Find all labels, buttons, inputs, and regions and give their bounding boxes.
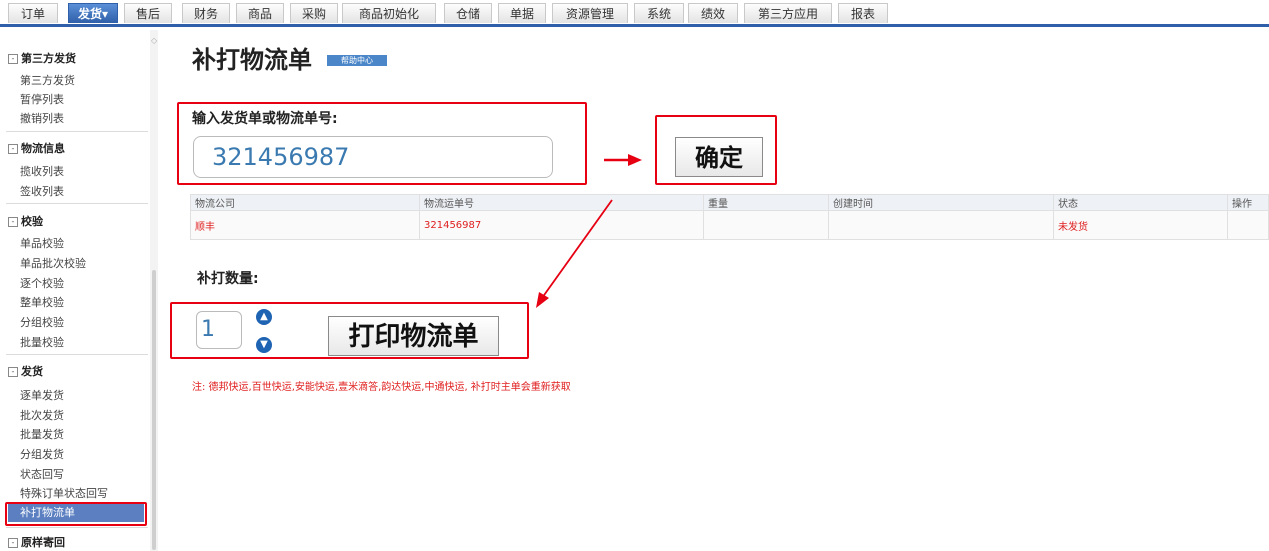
tab-products[interactable]: 商品 bbox=[236, 3, 284, 23]
annotation-arrows bbox=[536, 154, 642, 308]
tab-warehouse[interactable]: 仓储 bbox=[444, 3, 492, 23]
tab-finance[interactable]: 财务 bbox=[182, 3, 230, 23]
table-cell bbox=[1227, 210, 1269, 240]
tab-third-party-apps[interactable]: 第三方应用 bbox=[744, 3, 832, 23]
tab-shipping[interactable]: 发货▾ bbox=[68, 3, 118, 23]
waybill-table: 物流公司 物流运单号 重量 创建时间 状态 操作 顺丰 321456987 未发… bbox=[190, 194, 1269, 240]
sidebar-item-order-verify[interactable]: 整单校验 bbox=[20, 294, 64, 310]
tab-documents[interactable]: 单据 bbox=[498, 3, 546, 23]
sidebar-item-per-order-ship[interactable]: 逐单发货 bbox=[20, 387, 64, 403]
table-cell: 未发货 bbox=[1053, 210, 1228, 240]
table-cell bbox=[828, 210, 1054, 240]
sidebar-item-signed[interactable]: 签收列表 bbox=[20, 183, 64, 199]
column-header: 创建时间 bbox=[828, 194, 1054, 211]
print-waybill-button[interactable]: 打印物流单 bbox=[328, 316, 499, 356]
sidebar-item-bulk-ship[interactable]: 批量发货 bbox=[20, 426, 64, 442]
section-label: 第三方发货 bbox=[21, 52, 76, 65]
sidebar-section-logistics[interactable]: - 物流信息 bbox=[8, 140, 65, 156]
increment-icon[interactable]: ▲ bbox=[256, 309, 272, 325]
nav-underline bbox=[0, 24, 1269, 27]
tab-shipping-label: 发货 bbox=[77, 7, 102, 21]
page-title: 补打物流单 bbox=[192, 46, 312, 74]
reprint-qty-label: 补打数量: bbox=[197, 271, 259, 287]
sidebar-item-status-writeback[interactable]: 状态回写 bbox=[20, 466, 64, 482]
section-label: 校验 bbox=[21, 215, 43, 228]
tab-system[interactable]: 系统 bbox=[634, 3, 684, 23]
sidebar-item-group-verify[interactable]: 分组校验 bbox=[20, 314, 64, 330]
sidebar-item-pickup[interactable]: 揽收列表 bbox=[20, 163, 64, 179]
note-text: 注: 德邦快运,百世快运,安能快运,壹米滴答,韵达快运,中通快运, 补打时主单会… bbox=[192, 382, 571, 393]
sidebar-section-ship[interactable]: - 发货 bbox=[8, 363, 43, 379]
tab-performance[interactable]: 绩效 bbox=[688, 3, 738, 23]
table-header-row: 物流公司 物流运单号 重量 创建时间 状态 操作 bbox=[190, 194, 1269, 211]
collapse-icon: - bbox=[8, 54, 18, 64]
divider bbox=[6, 131, 148, 132]
help-center-link[interactable]: 帮助中心 bbox=[327, 55, 387, 66]
sidebar-section-verify[interactable]: - 校验 bbox=[8, 213, 43, 229]
table-cell: 顺丰 bbox=[190, 210, 420, 240]
column-header: 物流公司 bbox=[190, 194, 420, 211]
sidebar-item-bulk-verify[interactable]: 批量校验 bbox=[20, 334, 64, 350]
sidebar-section-return-original[interactable]: - 原样寄回 bbox=[8, 534, 65, 550]
collapse-icon: - bbox=[8, 538, 18, 548]
sidebar-item-batch-ship[interactable]: 批次发货 bbox=[20, 407, 64, 423]
tab-product-init[interactable]: 商品初始化 bbox=[342, 3, 436, 23]
sidebar-section-third-party[interactable]: - 第三方发货 bbox=[8, 50, 76, 66]
column-header: 重量 bbox=[703, 194, 829, 211]
tab-resources[interactable]: 资源管理 bbox=[552, 3, 628, 23]
tab-aftersale[interactable]: 售后 bbox=[124, 3, 172, 23]
confirm-button[interactable]: 确定 bbox=[675, 137, 763, 177]
tab-orders[interactable]: 订单 bbox=[8, 3, 58, 23]
column-header: 物流运单号 bbox=[419, 194, 704, 211]
sidebar-item-batch-single-verify[interactable]: 单品批次校验 bbox=[20, 255, 86, 271]
sidebar-item-each-verify[interactable]: 逐个校验 bbox=[20, 275, 64, 291]
section-label: 原样寄回 bbox=[21, 536, 65, 549]
collapse-icon: - bbox=[8, 217, 18, 227]
tab-reports[interactable]: 报表 bbox=[838, 3, 888, 23]
sidebar-scrollbar-thumb[interactable] bbox=[152, 270, 156, 550]
section-label: 物流信息 bbox=[21, 142, 65, 155]
divider bbox=[6, 527, 148, 528]
sidebar-item-single-verify[interactable]: 单品校验 bbox=[20, 235, 64, 251]
sidebar-item-revoked[interactable]: 撤销列表 bbox=[20, 110, 64, 126]
reprint-qty-input[interactable]: 1 bbox=[196, 311, 242, 349]
sidebar-item-paused[interactable]: 暂停列表 bbox=[20, 91, 64, 107]
section-label: 发货 bbox=[21, 365, 43, 378]
collapse-icon: - bbox=[8, 367, 18, 377]
table-cell bbox=[703, 210, 829, 240]
column-header: 操作 bbox=[1227, 194, 1269, 211]
highlight-box-sidebar bbox=[5, 502, 147, 526]
waybill-input-label: 输入发货单或物流单号: bbox=[192, 111, 338, 127]
arrow-to-confirm bbox=[604, 154, 642, 166]
chevron-down-icon: ▾ bbox=[101, 7, 109, 21]
table-cell: 321456987 bbox=[419, 210, 704, 240]
sidebar-item-third-party-ship[interactable]: 第三方发货 bbox=[20, 72, 75, 88]
top-nav: 订单 发货▾ 售后 财务 商品 采购 商品初始化 仓储 单据 资源管理 系统 绩… bbox=[0, 0, 1269, 27]
divider bbox=[6, 203, 148, 204]
scroll-up-icon[interactable]: ◇ bbox=[151, 36, 157, 45]
tab-purchase[interactable]: 采购 bbox=[290, 3, 338, 23]
sidebar: - 第三方发货 第三方发货 暂停列表 撤销列表 - 物流信息 揽收列表 签收列表 -… bbox=[0, 30, 150, 551]
sidebar-item-group-ship[interactable]: 分组发货 bbox=[20, 446, 64, 462]
divider bbox=[6, 354, 148, 355]
sidebar-item-special-writeback[interactable]: 特殊订单状态回写 bbox=[20, 485, 108, 501]
waybill-input[interactable]: 321456987 bbox=[193, 136, 553, 178]
collapse-icon: - bbox=[8, 144, 18, 154]
table-row[interactable]: 顺丰 321456987 未发货 bbox=[190, 210, 1269, 240]
decrement-icon[interactable]: ▼ bbox=[256, 337, 272, 353]
column-header: 状态 bbox=[1053, 194, 1228, 211]
